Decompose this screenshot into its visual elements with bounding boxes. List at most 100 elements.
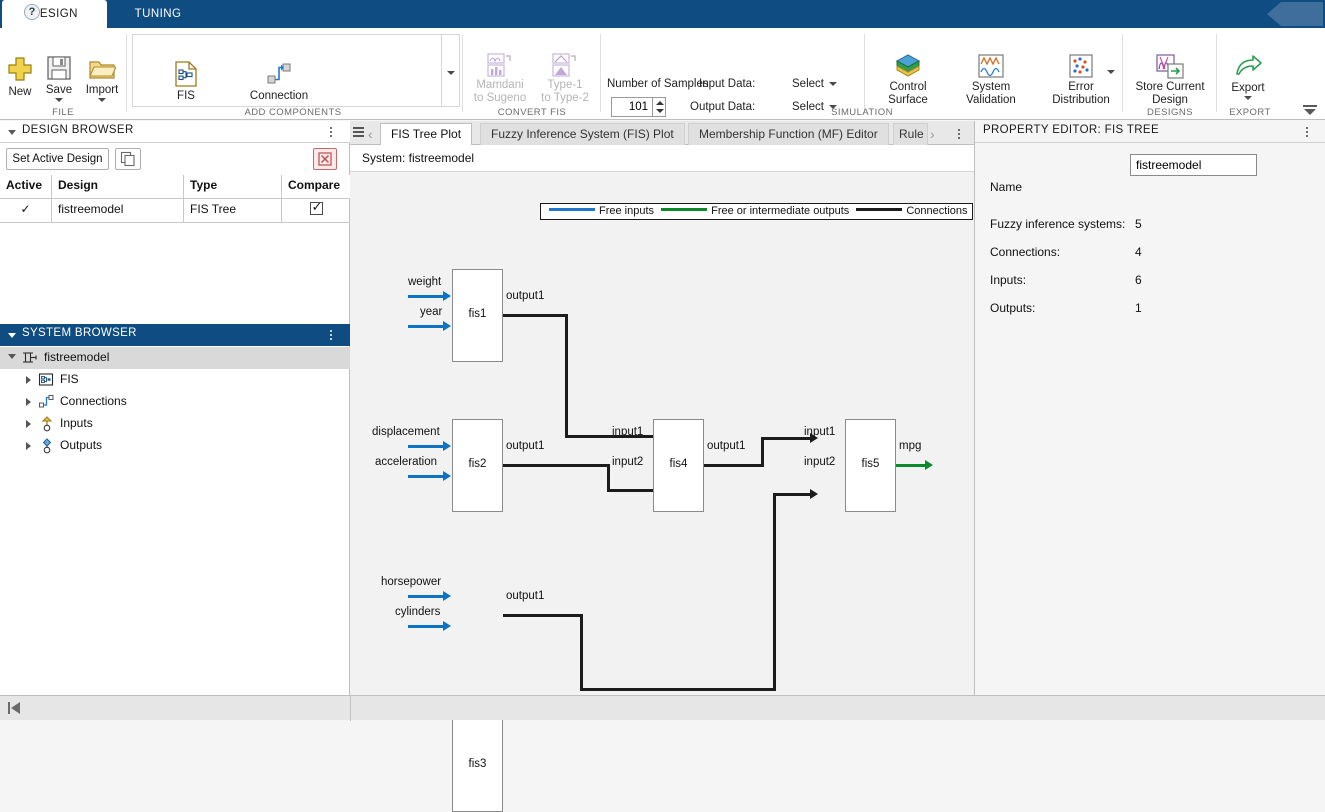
help-question-icon[interactable]: ? [24,4,40,20]
wire-fis1-out-v [565,314,568,438]
design-browser-toolbar: Set Active Design [0,143,349,175]
mamdani-to-sugeno-button[interactable]: Mamdani to Sugeno [468,52,532,105]
expand-arrow-icon[interactable] [26,420,31,428]
arrow-displacement [443,441,451,451]
delete-design-icon [318,152,332,166]
design-browser-collapse-icon[interactable] [8,130,16,135]
store-current-design-button[interactable]: Store Current Design [1126,52,1214,107]
property-editor-panel: PROPERTY EDITOR: FIS TREE Name Fuzzy inf… [974,121,1325,695]
name-input[interactable] [1130,154,1257,176]
tab-mf-editor[interactable]: Membership Function (MF) Editor [688,123,889,145]
port-label-horsepower: horsepower [381,576,442,588]
plus-icon [8,57,32,81]
simulation-more-button[interactable] [1102,50,1120,94]
system-browser-title: SYSTEM BROWSER [22,327,137,339]
fis-node-icon [38,372,54,390]
system-validation-button[interactable]: System Validation [950,52,1032,107]
add-components-more-button[interactable] [442,34,460,107]
scatter-dots-icon [1069,54,1093,78]
tab-fis-tree-plot[interactable]: FIS Tree Plot [380,123,473,145]
system-browser-collapse-icon[interactable] [8,333,16,338]
property-label-inputs: Inputs: [990,273,1027,287]
type1-to-type2-button[interactable]: Type-1 to Type-2 [534,52,596,105]
system-browser-menu-icon[interactable] [326,328,336,342]
collapse-ribbon-button[interactable] [1303,105,1317,115]
fis-tree-canvas[interactable]: Free inputs Free or intermediate outputs… [350,171,974,812]
legend-swatch-free-inputs [549,208,595,211]
block-label-fis3: fis3 [468,758,487,770]
design-browser-table: Active Design Type Compare ✓ fistreemode… [0,175,350,223]
ribbon-group-export: Export EXPORT [1218,28,1282,120]
expand-arrow-icon[interactable] [26,376,31,384]
port-label-cylinders: cylinders [395,606,441,618]
wire-displacement [408,445,444,448]
tab-list-icon[interactable] [353,127,364,139]
port-label-year: year [420,306,443,318]
tree-item-connections[interactable]: Connections [0,391,350,413]
connections-node-icon [38,394,55,412]
cell-compare[interactable] [282,199,350,222]
block-fis3[interactable]: fis3 [452,719,503,812]
set-active-design-button[interactable]: Set Active Design [6,148,109,170]
arrow-cylinders [443,621,451,631]
wire-fis3-out-v2 [773,493,776,691]
ribbon-tab-tuning[interactable]: TUNING [109,0,207,28]
import-button[interactable]: Import [80,54,124,102]
port-label-fis1-output1: output1 [506,290,545,302]
save-caret-icon[interactable] [55,98,63,102]
compare-checkbox[interactable] [309,199,323,215]
delete-design-button[interactable] [313,148,337,170]
ribbon-group-file: New Save Import FILE [0,28,126,120]
port-label-fis4-input1: input1 [612,426,644,438]
block-fis5[interactable]: fis5 [845,419,896,512]
ribbon-tab-design[interactable]: DESIGN [2,0,107,28]
scroll-tabs-right-icon[interactable]: › [930,126,935,142]
import-caret-icon[interactable] [98,98,106,102]
export-caret-icon[interactable] [1244,96,1252,100]
expand-arrow-icon[interactable] [26,398,31,406]
help-button[interactable] [1267,2,1323,26]
tree-label: fistreemodel [44,350,110,364]
property-editor-menu-icon[interactable] [1302,125,1312,139]
tab-fis-plot[interactable]: Fuzzy Inference System (FIS) Plot [480,123,685,145]
folder-open-icon [89,61,116,79]
export-arrow-icon [1236,55,1262,75]
expand-arrow-icon[interactable] [26,442,31,450]
block-fis1[interactable]: fis1 [452,269,503,362]
property-value-connections: 4 [1135,245,1142,259]
input-port-icon [40,416,54,435]
port-label-fis4-output1: output1 [707,440,746,452]
system-browser-panel: SYSTEM BROWSER fistreemodel FIS Connecti… [0,324,350,695]
block-fis2[interactable]: fis2 [452,419,503,512]
column-header-type: Type [184,175,282,198]
new-button[interactable]: New [2,54,38,99]
scroll-tabs-left-icon[interactable]: ‹ [368,126,373,142]
save-button[interactable]: Save [40,54,78,102]
go-to-start-icon[interactable] [8,701,22,715]
tree-item-outputs[interactable]: Outputs [0,435,350,457]
wire-fis3-out-h1 [503,614,583,617]
block-fis4[interactable]: fis4 [653,419,704,512]
copy-design-button[interactable] [115,148,141,170]
wire-fis4-out-h1 [704,464,764,467]
design-browser-menu-icon[interactable] [326,125,336,139]
control-surface-button[interactable]: Control Surface [872,52,944,107]
mamdani-sugeno-icon [487,53,511,77]
export-button[interactable]: Export [1222,54,1274,100]
cell-design: fistreemodel [52,199,184,222]
add-fis-button[interactable]: FIS [156,60,216,103]
tree-item-fis[interactable]: FIS [0,369,350,391]
tree-item-inputs[interactable]: Inputs [0,413,350,435]
tree-item-fistreemodel[interactable]: fistreemodel [0,347,350,369]
input-data-value: Select [792,78,824,90]
table-row[interactable]: ✓ fistreemodel FIS Tree [0,199,350,223]
property-label-connections: Connections: [990,245,1061,259]
add-connection-button[interactable]: Connection [224,60,334,103]
document-menu-icon[interactable] [954,127,964,141]
port-label-acceleration: acceleration [375,456,438,468]
property-label-fis-count: Fuzzy inference systems: [990,217,1126,231]
fis-tree-icon [22,350,39,368]
input-data-select[interactable]: Select [792,78,837,90]
expand-arrow-icon[interactable] [8,354,16,359]
tab-rule-editor[interactable]: Rule [893,123,928,145]
